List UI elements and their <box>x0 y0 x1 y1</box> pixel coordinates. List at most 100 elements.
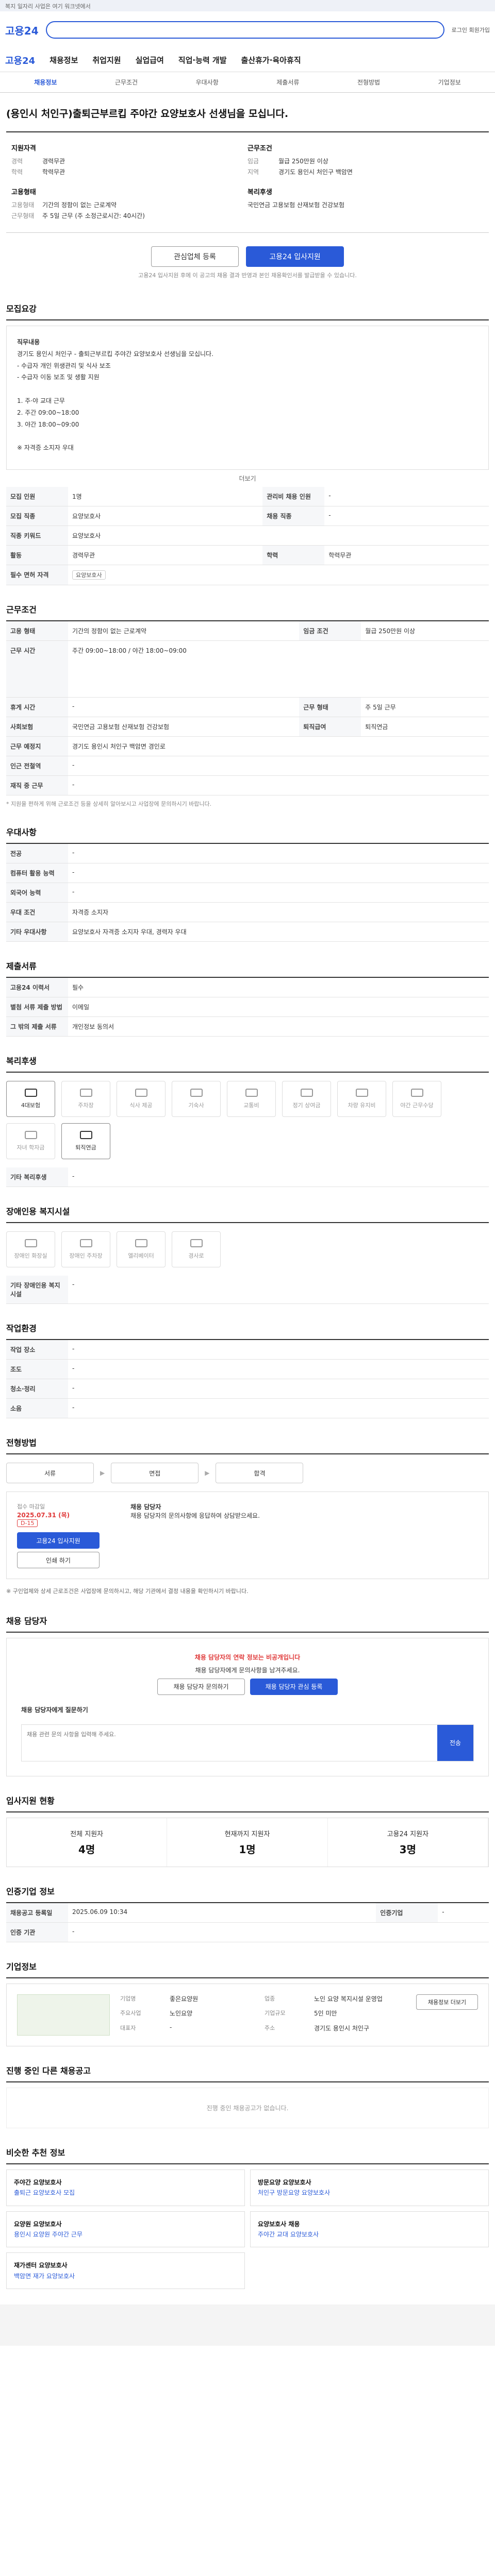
deadline-label: 접수 마감일 <box>17 1503 45 1510</box>
recommend-card[interactable]: 주야간 요양보호사 출퇴근 요양보호사 모집 <box>6 2169 245 2206</box>
gnb-item-support[interactable]: 취업지원 <box>92 55 121 65</box>
print-button[interactable]: 인쇄 하기 <box>17 1552 100 1568</box>
question-submit-button[interactable]: 전송 <box>437 1724 473 1761</box>
license-tag: 요양보호사 <box>72 570 106 580</box>
company-value: 5인 미만 <box>314 2010 337 2018</box>
welfare-item: 야간 근무수당 <box>392 1081 441 1117</box>
company-box: 기업명 좋은요양원 업종 노인 요양 복지시설 운영업 주요사업 노인요양 기업규모 5… <box>6 1983 489 2046</box>
contact-manager-button[interactable]: 채용 담당자 문의하기 <box>157 1678 245 1695</box>
question-textarea[interactable] <box>22 1724 437 1761</box>
welfare-icon <box>245 1089 258 1097</box>
question-label: 채용 담당자에게 질문하기 <box>21 1706 88 1714</box>
recruit-line: - 수급자 이동 보조 및 생활 지원 <box>17 374 100 381</box>
more-button[interactable]: 더보기 <box>6 474 489 483</box>
welfare-label: 차량 유지비 <box>348 1102 376 1109</box>
stat-item: 현재까지 지원자 1명 <box>167 1818 328 1867</box>
welfare-label: 야간 근무수당 <box>400 1102 434 1109</box>
recommend-card[interactable]: 요양보호사 채용 주야간 교대 요양보호사 <box>250 2211 489 2248</box>
welfare-item: 기숙사 <box>172 1081 221 1117</box>
recruit-line: 3. 야간 18:00~09:00 <box>17 420 79 428</box>
site-logo[interactable]: 고용24 <box>5 23 39 38</box>
th: 채용 직종 <box>262 506 325 526</box>
certified-table: 채용공고 등록일 2025.06.09 10:34 인증기업 - 인증 기관 - <box>6 1903 489 1942</box>
gnb-item-benefit[interactable]: 실업급여 <box>136 55 164 65</box>
th: 외국어 능력 <box>6 883 68 903</box>
stat-item: 고용24 지원자 3명 <box>328 1818 488 1867</box>
header-search-input[interactable] <box>45 21 444 39</box>
section-welfare: 복리후생 <box>6 1047 489 1073</box>
welfare-item: 차량 유지비 <box>337 1081 386 1117</box>
section-preference: 우대사항 <box>6 818 489 844</box>
apply-button[interactable]: 고용24 입사지원 <box>246 246 344 267</box>
recommend-desc: 주야간 교대 요양보호사 <box>258 2230 319 2238</box>
welfare-label: 기숙사 <box>188 1102 204 1109</box>
summary-key: 학력 <box>11 168 23 176</box>
arrow-right-icon: ▶ <box>100 1469 105 1477</box>
tab-conditions[interactable]: 근무조건 <box>86 78 167 87</box>
td: - <box>68 1398 489 1418</box>
th: 작업 장소 <box>6 1340 68 1360</box>
documents-table: 고용24 이력서 필수 별첨 서류 제출 방법 이메일 그 밖의 제출 서류 개인정보… <box>6 978 489 1037</box>
th: 고용 형태 <box>6 621 68 641</box>
welfare-icon <box>410 1089 423 1097</box>
td: - <box>68 1379 489 1399</box>
scrap-button[interactable]: 관심업체 등록 <box>151 246 239 267</box>
stat-value: 1명 <box>239 1843 256 1856</box>
th: 전공 <box>6 844 68 863</box>
th: 우대 조건 <box>6 902 68 922</box>
th: 조도 <box>6 1359 68 1379</box>
gnb-logo[interactable]: 고용24 <box>5 54 35 67</box>
conditions-heading: 근무조건 <box>248 145 272 152</box>
recruit-line: 1. 주·야 교대 근무 <box>17 397 65 404</box>
welfare-grid: 4대보험 주차장 식사 제공 기숙사 교통비 정기 상여금 차량 유지비 야간 … <box>6 1081 489 1159</box>
follow-manager-button[interactable]: 채용 담당자 관심 등록 <box>250 1678 338 1695</box>
td: - <box>68 1167 489 1187</box>
td: 주 5일 근무 <box>361 697 489 717</box>
gnb-item-jobs[interactable]: 채용정보 <box>50 55 78 65</box>
th: 사회보험 <box>6 717 68 737</box>
recommend-card[interactable]: 재가센터 요양보호사 백암면 재가 요양보호사 <box>6 2252 245 2290</box>
gnb-item-leave[interactable]: 출산휴가·육아휴직 <box>241 55 301 65</box>
summary-value: 경력무관 <box>42 158 65 165</box>
td: 2025.06.09 10:34 <box>68 1903 376 1923</box>
manager-alert: 채용 담당자의 연락 정보는 비공개입니다 <box>194 1653 301 1661</box>
th: 청소·정리 <box>6 1379 68 1399</box>
section-company: 기업정보 <box>6 1953 489 1978</box>
recommend-desc: 용인시 요양원 주야간 근무 <box>14 2230 82 2238</box>
facility-label: 장애인 주차장 <box>69 1252 103 1259</box>
summary-value: 경기도 용인시 처인구 백암면 <box>278 168 353 176</box>
stat-item: 전체 지원자 4명 <box>7 1818 168 1867</box>
job-title: (용인시 처인구)출퇴근부르킵 주야간 요양보호사 선생님을 모십니다. <box>6 108 289 120</box>
recommend-card[interactable]: 방문요양 요양보호사 처인구 방문요양 요양보호사 <box>250 2169 489 2206</box>
welfare-item: 퇴직연금 <box>61 1123 110 1159</box>
summary-key: 근무형태 <box>11 212 35 219</box>
tab-preference[interactable]: 우대사항 <box>167 78 248 87</box>
stat-value: 3명 <box>399 1843 416 1856</box>
dday-badge: D-15 <box>17 1519 38 1527</box>
th: 근무 예정지 <box>6 736 68 756</box>
tab-company[interactable]: 기업정보 <box>409 78 490 87</box>
facility-icon <box>135 1239 147 1247</box>
recommend-card[interactable]: 요양원 요양보호사 용인시 요양원 주야간 근무 <box>6 2211 245 2248</box>
company-more-button[interactable]: 채용정보 더보기 <box>416 1994 478 2010</box>
page-footer <box>0 2304 495 2346</box>
tab-process[interactable]: 전형방법 <box>328 78 409 87</box>
gnb-item-training[interactable]: 직업·능력 개발 <box>178 55 227 65</box>
process-apply-button[interactable]: 고용24 입사지원 <box>17 1532 100 1549</box>
process-warning: ※ 구인업체와 상세 근로조건은 사업장에 문의하시고, 해당 기관에서 결정 … <box>6 1588 249 1595</box>
tab-recruit[interactable]: 채용정보 <box>5 78 86 87</box>
company-logo <box>17 1994 110 2036</box>
td: 1명 <box>68 487 263 506</box>
company-value: 좋은요양원 <box>170 1995 199 2003</box>
th: 관리비 채용 인원 <box>262 487 325 506</box>
td: 주간 09:00~18:00 / 야간 18:00~09:00 <box>68 640 489 698</box>
header-account-links[interactable]: 로그인 회원가입 <box>452 26 490 34</box>
summary-value: 주 5일 근무 (주 소정근로시간: 40시간) <box>42 212 145 219</box>
welfare-item: 교통비 <box>227 1081 276 1117</box>
th: 활동 <box>6 545 68 565</box>
tab-documents[interactable]: 제출서류 <box>248 78 328 87</box>
th: 그 밖의 제출 서류 <box>6 1016 68 1037</box>
th: 학력 <box>262 545 325 565</box>
recommend-desc: 백암면 재가 요양보호사 <box>14 2272 75 2280</box>
td: 국민연금 고용보험 산재보험 건강보험 <box>68 717 300 737</box>
